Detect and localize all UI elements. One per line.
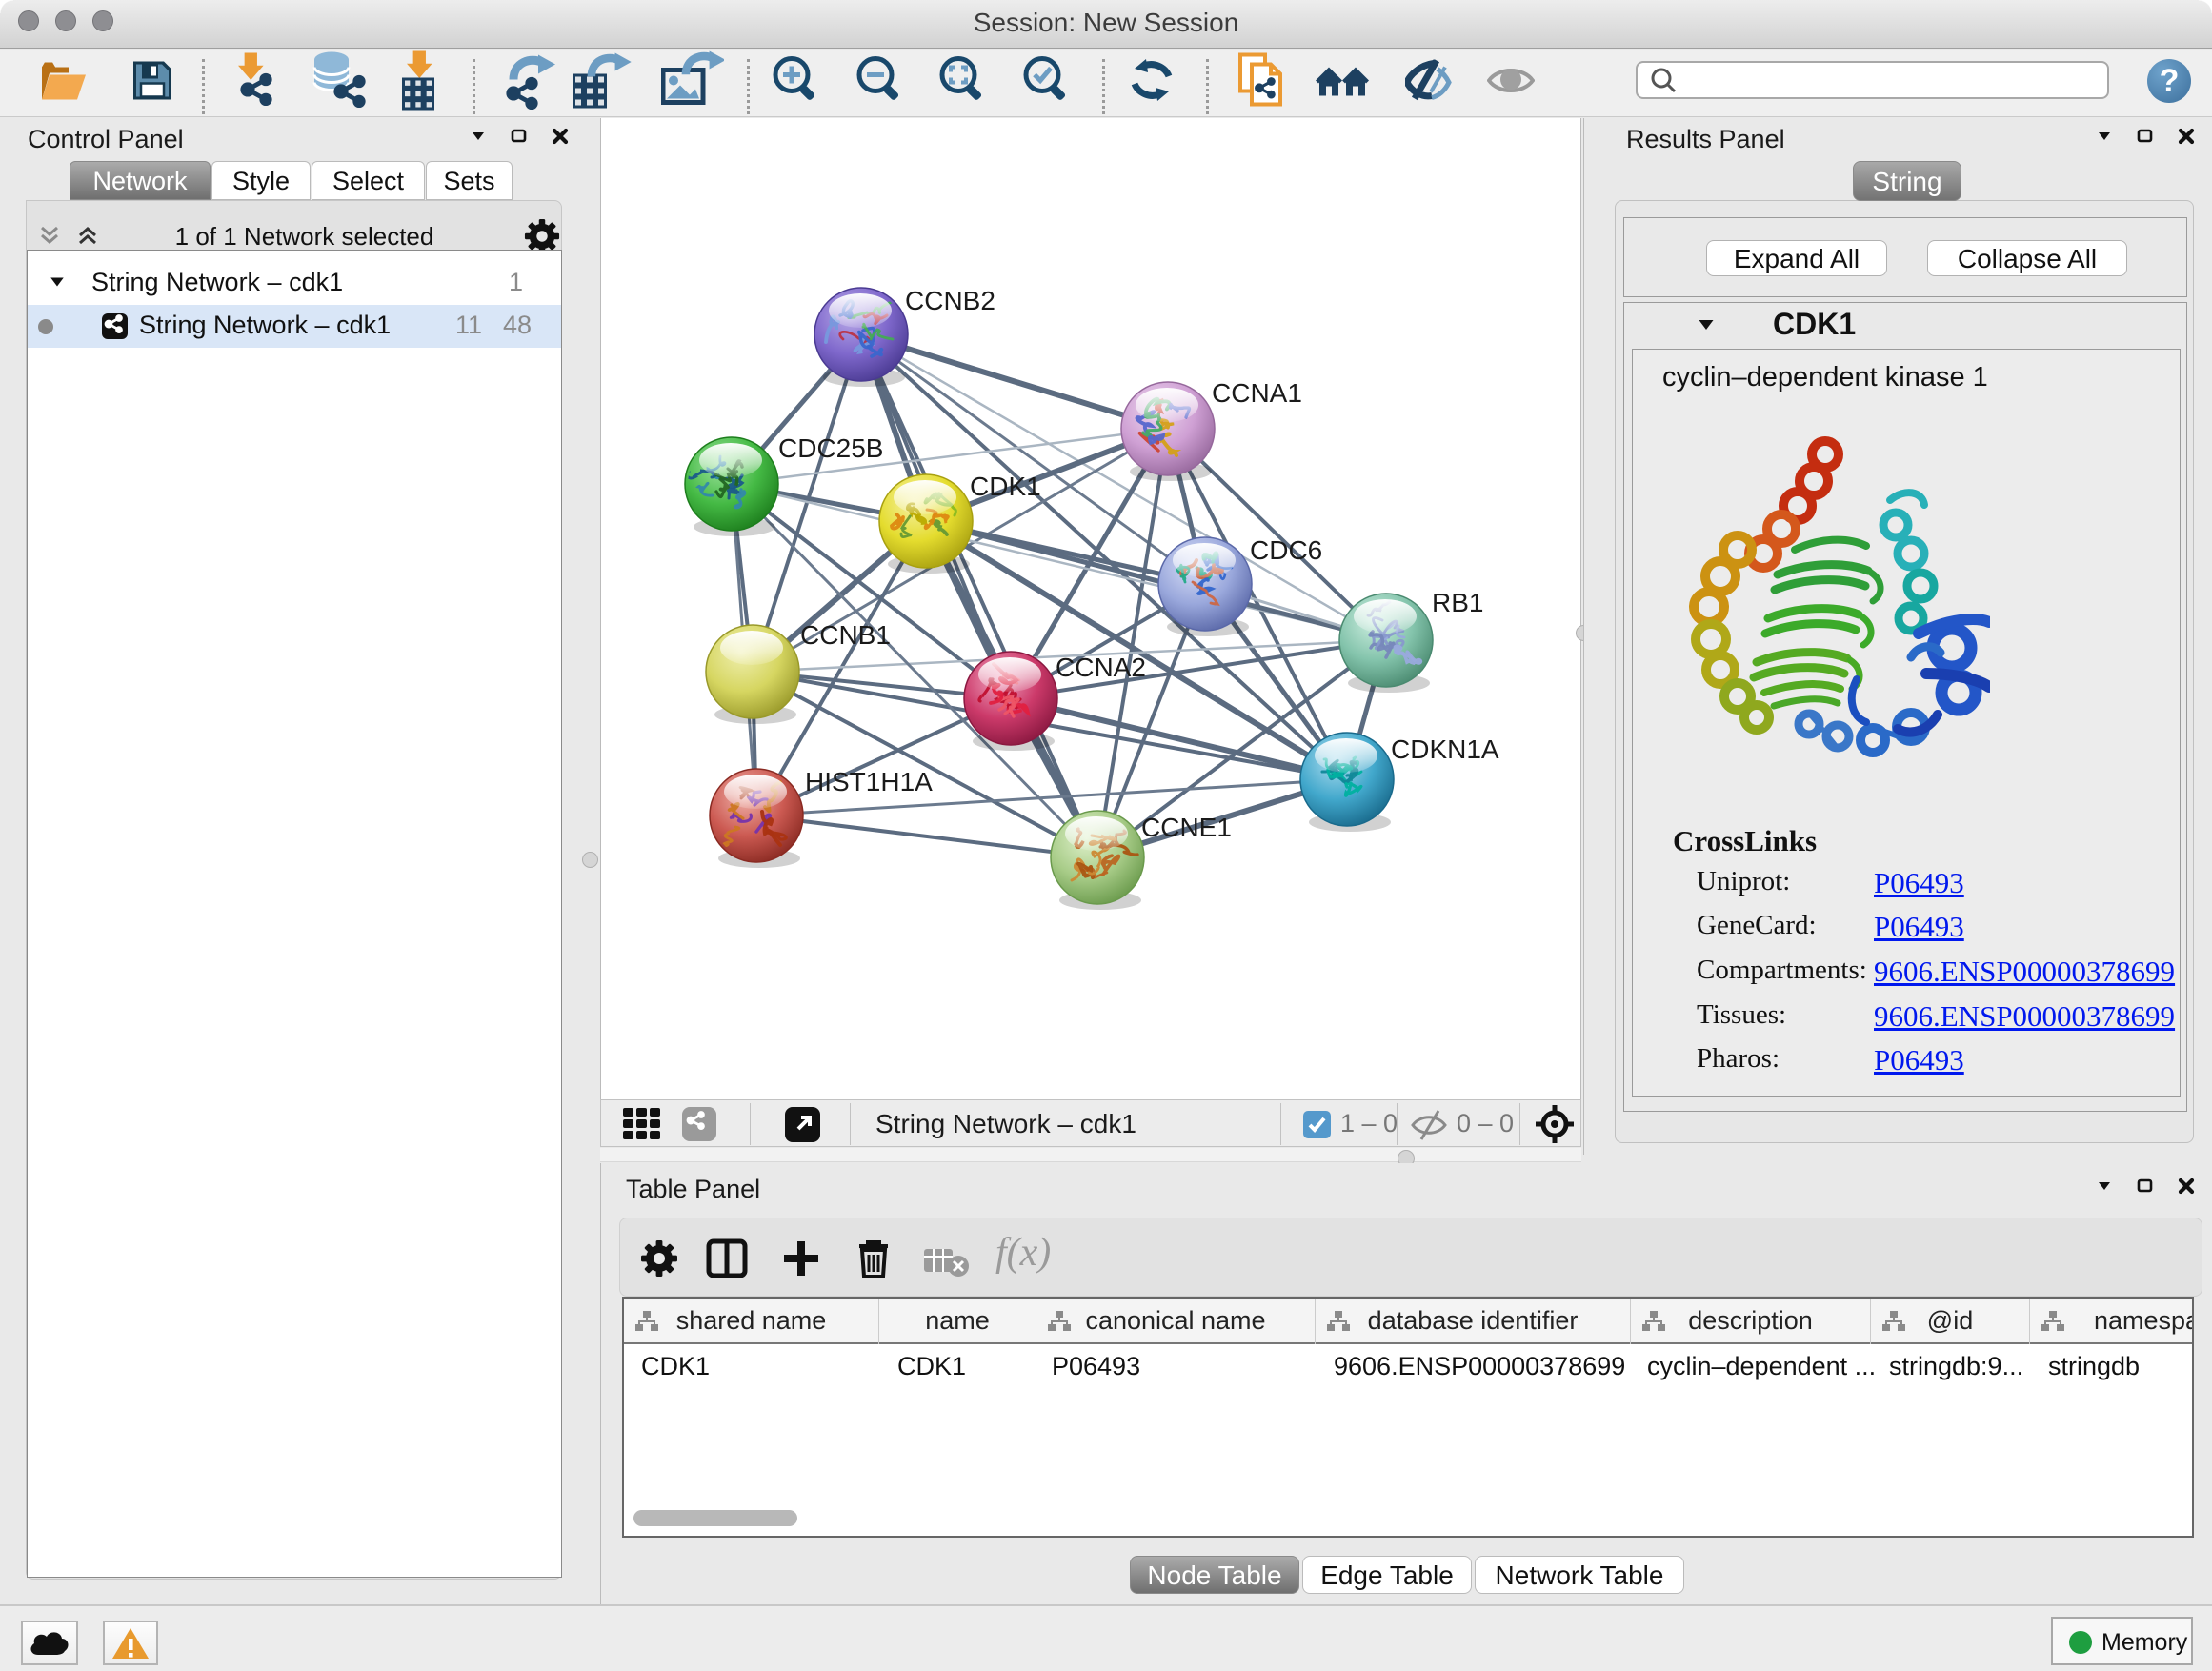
svg-text:CCNB1: CCNB1 <box>800 620 891 650</box>
svg-text:CCNA1: CCNA1 <box>1212 378 1302 408</box>
svg-text:CDKN1A: CDKN1A <box>1391 735 1499 764</box>
svg-text:CCNB2: CCNB2 <box>905 286 995 315</box>
svg-text:RB1: RB1 <box>1432 588 1483 617</box>
svg-text:HIST1H1A: HIST1H1A <box>805 767 933 796</box>
svg-text:CDC25B: CDC25B <box>778 433 883 463</box>
svg-text:CCNE1: CCNE1 <box>1141 813 1232 842</box>
svg-text:CDK1: CDK1 <box>970 472 1041 501</box>
svg-text:CDC6: CDC6 <box>1250 535 1322 565</box>
svg-text:CCNA2: CCNA2 <box>1056 653 1146 682</box>
